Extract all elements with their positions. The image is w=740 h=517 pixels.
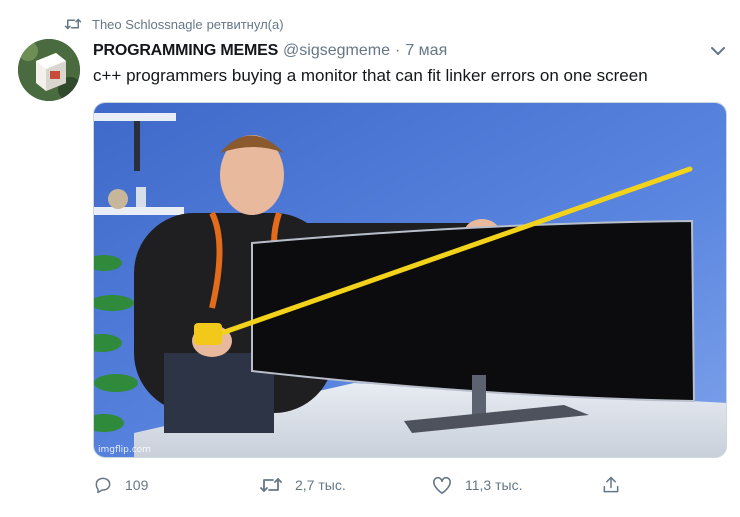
retweet-icon bbox=[64, 16, 84, 32]
retweeter-name[interactable]: Theo Schlossnagle bbox=[92, 17, 203, 32]
chevron-down-icon[interactable] bbox=[708, 42, 728, 60]
display-name[interactable]: PROGRAMMING MEMES bbox=[93, 42, 278, 60]
tweet-text: c++ programmers buying a monitor that ca… bbox=[93, 66, 648, 85]
reply-button[interactable]: 109 bbox=[93, 472, 148, 498]
share-button[interactable] bbox=[601, 472, 633, 498]
retweet-context: Theo Schlossnagle ретвитнул(а) bbox=[64, 14, 284, 34]
retweet-count: 2,7 тыс. bbox=[295, 477, 346, 493]
reply-count: 109 bbox=[125, 477, 149, 493]
user-handle[interactable]: @sigsegmeme bbox=[283, 42, 390, 60]
retweet-action-label: ретвитнул(а) bbox=[206, 16, 284, 32]
retweet-button[interactable]: 2,7 тыс. bbox=[259, 472, 346, 498]
reply-icon bbox=[95, 477, 111, 494]
tweet-media-image[interactable]: imgflip.com bbox=[93, 102, 727, 458]
like-icon bbox=[433, 476, 451, 494]
like-button[interactable]: 11,3 тыс. bbox=[431, 472, 522, 498]
share-icon bbox=[603, 476, 619, 493]
like-count: 11,3 тыс. bbox=[465, 477, 523, 493]
tweet-actions: 109 2,7 тыс. 11,3 тыс. bbox=[93, 472, 727, 498]
separator-dot: · bbox=[395, 42, 401, 59]
retweet-icon bbox=[260, 478, 282, 492]
tweet-header: PROGRAMMING MEMES @sigsegmeme · 7 мая bbox=[93, 40, 447, 62]
tweet-date[interactable]: 7 мая bbox=[405, 42, 447, 60]
avatar[interactable] bbox=[18, 39, 80, 101]
media-watermark: imgflip.com bbox=[98, 445, 151, 455]
